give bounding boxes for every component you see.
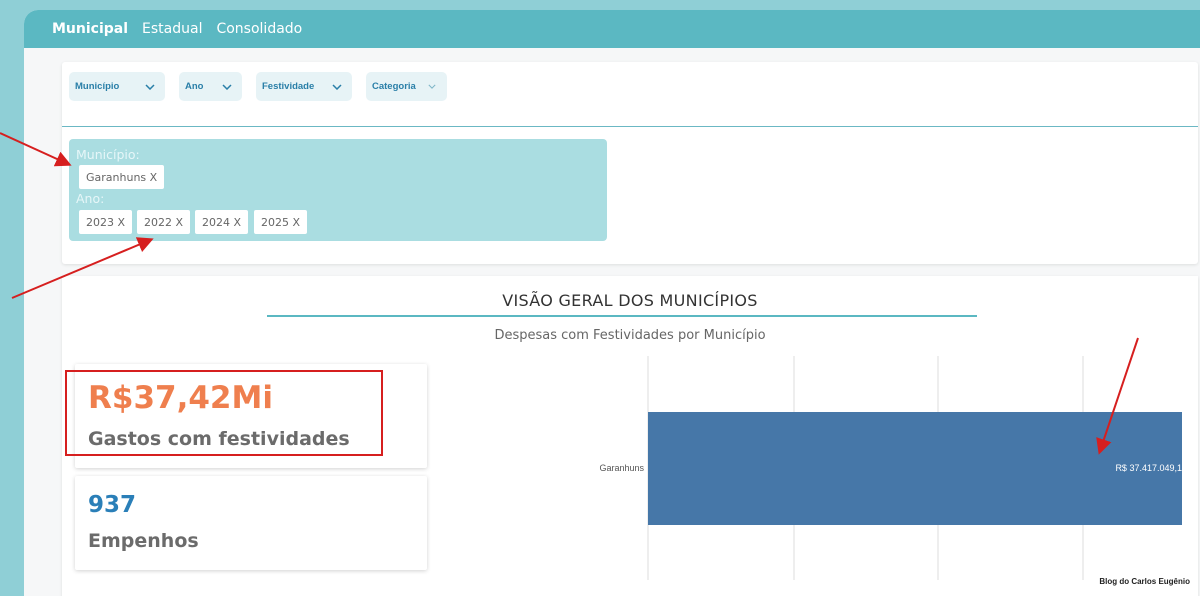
festividade-dropdown[interactable]: Festividade: [256, 72, 352, 101]
chart-subtitle: Despesas com Festividades por Município: [494, 328, 766, 343]
municipio-chip[interactable]: Garanhuns X: [79, 165, 165, 189]
top-navigation: Municipal Estadual Consolidado: [24, 10, 1200, 48]
chevron-down-icon: [425, 80, 439, 94]
tab-municipal[interactable]: Municipal: [52, 21, 128, 37]
kpi-empenhos-value: 937: [88, 492, 137, 518]
categoria-dropdown[interactable]: Categoria: [366, 72, 447, 101]
title-underline: [267, 315, 977, 317]
tab-consolidado[interactable]: Consolidado: [216, 21, 302, 37]
bar-garanhuns[interactable]: [648, 412, 1182, 525]
category-label: Garanhuns: [599, 463, 644, 473]
municipio-dropdown-label: Município: [75, 81, 120, 92]
ano-chip[interactable]: 2023 X: [79, 210, 133, 234]
bar-chart: Garanhuns R$ 37.417.049,18: [599, 356, 1182, 580]
chevron-down-icon: [220, 80, 234, 94]
app-window: Municipal Estadual Consolidado Município…: [24, 10, 1200, 596]
highlight-annotation-box: [65, 370, 383, 456]
categoria-dropdown-label: Categoria: [372, 81, 416, 92]
kpi-empenhos-label: Empenhos: [88, 530, 199, 552]
ano-chip[interactable]: 2022 X: [137, 210, 191, 234]
bar-data-label: R$ 37.417.049,18: [1115, 463, 1182, 473]
watermark: Blog do Carlos Eugênio: [1099, 577, 1190, 586]
filter-divider: [62, 126, 1198, 127]
ano-dropdown[interactable]: Ano: [179, 72, 242, 101]
ano-chip[interactable]: 2024 X: [195, 210, 249, 234]
ano-selection-label: Ano:: [76, 191, 105, 206]
chevron-down-icon: [143, 80, 157, 94]
municipio-dropdown[interactable]: Município: [69, 72, 165, 101]
festividade-dropdown-label: Festividade: [262, 81, 315, 92]
filter-panel: Município Ano Festividade Categoria Muni…: [62, 62, 1198, 264]
chevron-down-icon: [330, 80, 344, 94]
filter-dropdowns: Município Ano Festividade Categoria: [69, 72, 447, 101]
ano-chip[interactable]: 2025 X: [254, 210, 308, 234]
overview-card: VISÃO GERAL DOS MUNICÍPIOS Despesas com …: [62, 276, 1198, 596]
overview-title: VISÃO GERAL DOS MUNICÍPIOS: [502, 291, 758, 310]
tab-estadual[interactable]: Estadual: [142, 21, 202, 37]
main-content: Município Ano Festividade Categoria Muni…: [24, 48, 1200, 596]
ano-dropdown-label: Ano: [185, 81, 204, 92]
active-filters-box: Município: Garanhuns X Ano: 2023 X 2022 …: [69, 139, 607, 241]
municipio-selection-label: Município:: [76, 147, 140, 162]
kpi-card-empenhos: 937 Empenhos: [75, 476, 427, 570]
